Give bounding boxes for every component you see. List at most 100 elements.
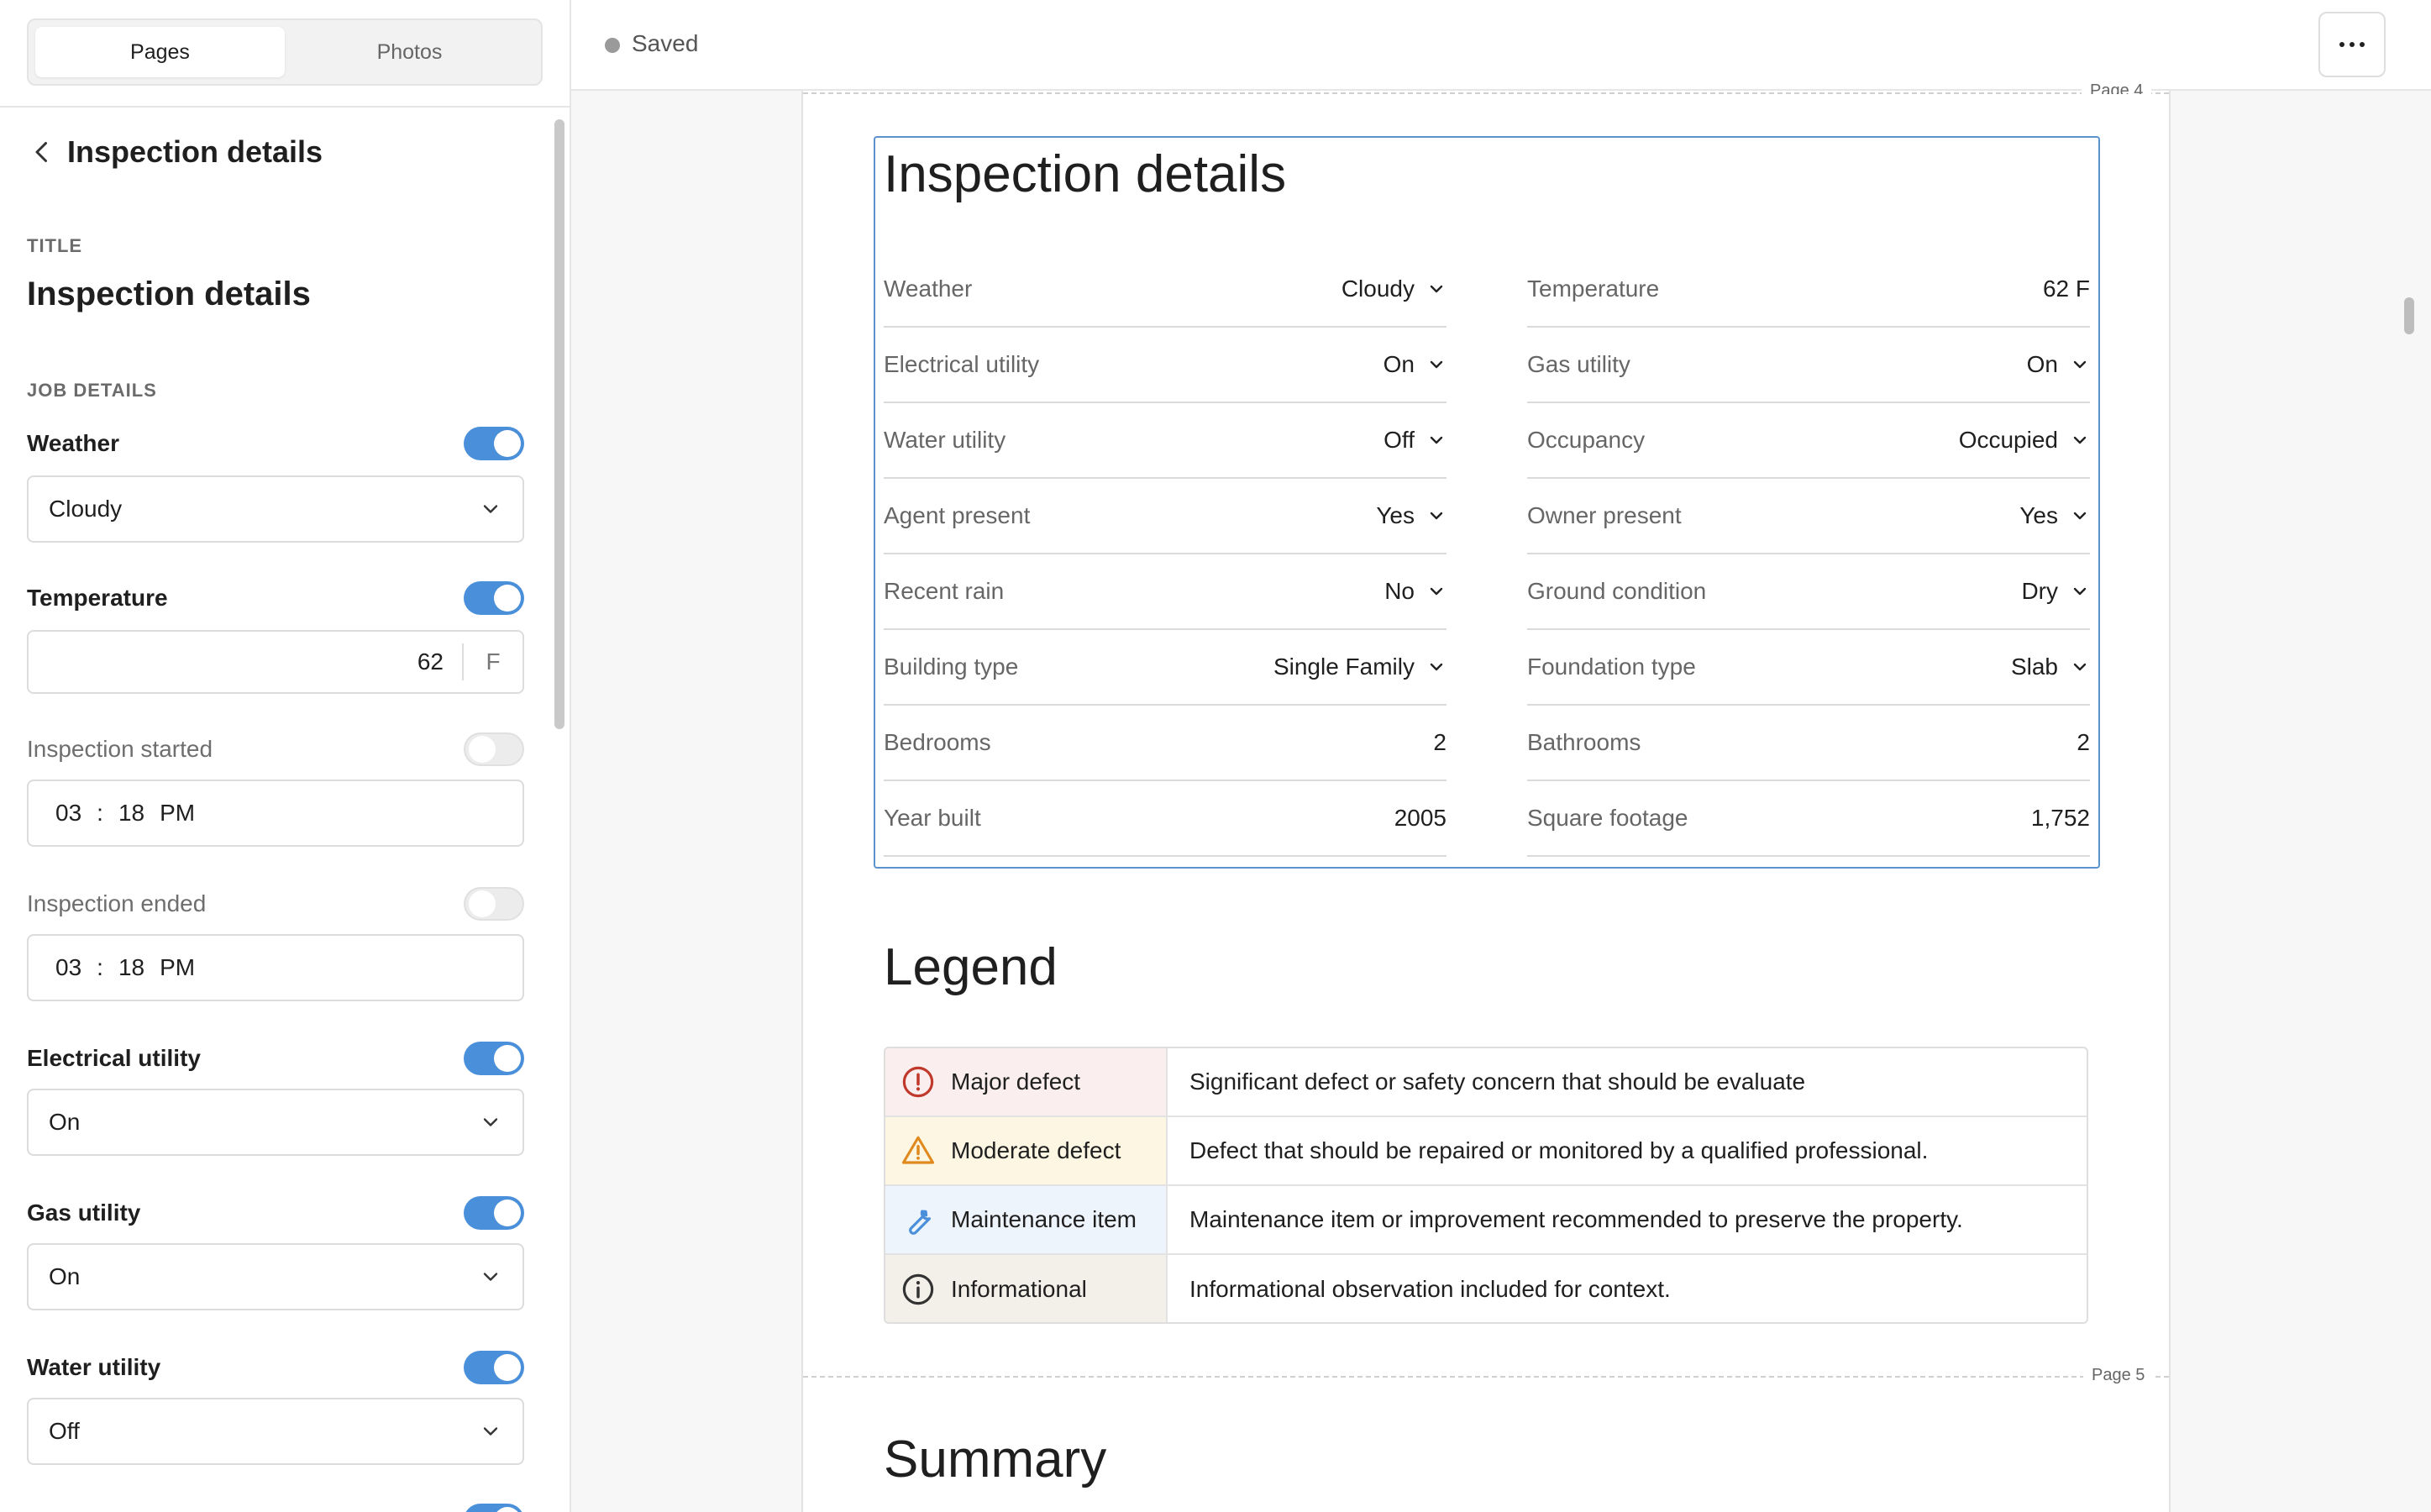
electrical-toggle[interactable]	[464, 1042, 524, 1075]
detail-value-select[interactable]: Occupied	[1959, 427, 2090, 454]
summary-heading: Summary	[884, 1431, 1107, 1488]
legend-description: Significant defect or safety concern tha…	[1189, 1068, 1806, 1095]
detail-value-select[interactable]: Dry	[2021, 578, 2090, 605]
water-field-header: Water utility	[27, 1351, 524, 1384]
chevron-down-icon	[483, 1273, 498, 1281]
legend-description: Maintenance item or improvement recommen…	[1189, 1206, 1963, 1232]
time-separator: :	[97, 954, 103, 980]
wrench-icon	[909, 1210, 932, 1235]
started-ampm[interactable]: PM	[160, 800, 195, 827]
detail-row: Water utility Off	[884, 403, 1447, 479]
started-hour[interactable]: 03	[55, 800, 81, 827]
gas-toggle[interactable]	[464, 1196, 524, 1230]
temperature-field-header: Temperature	[27, 581, 524, 615]
legend-name: Moderate defect	[951, 1137, 1121, 1163]
detail-value-select[interactable]: Off	[1384, 427, 1447, 454]
water-toggle[interactable]	[464, 1351, 524, 1384]
gas-label: Gas utility	[27, 1200, 141, 1226]
next-field-toggle[interactable]	[464, 1504, 524, 1512]
info-circle-icon	[902, 1273, 934, 1305]
ended-toggle[interactable]	[464, 887, 524, 921]
page-title-value[interactable]: Inspection details	[27, 276, 311, 313]
page-number-label: Page 4	[2082, 82, 2152, 94]
detail-value-text: Slab	[2010, 654, 2058, 680]
detail-value-select[interactable]: Slab	[2011, 654, 2090, 680]
legend-name-cell: Informational	[885, 1255, 1168, 1322]
detail-label: Occupancy	[1527, 427, 1646, 453]
detail-value-select[interactable]: No	[1384, 578, 1447, 605]
ended-ampm[interactable]: PM	[160, 954, 195, 981]
detail-value-text: Off	[1384, 427, 1415, 453]
started-toggle[interactable]	[464, 732, 524, 766]
ellipsis-icon	[2339, 42, 2365, 47]
detail-value-text: 2	[1433, 729, 1447, 755]
detail-value-text: Dry	[2021, 578, 2058, 604]
weather-field-header: Weather	[27, 427, 524, 460]
detail-row: Electrical utility On	[884, 328, 1447, 403]
temperature-label: Temperature	[27, 585, 168, 611]
detail-value-text: On	[2026, 351, 2058, 377]
page-number-label: Page 5	[2083, 1366, 2154, 1385]
more-options-button[interactable]	[2318, 12, 2386, 77]
detail-value-select[interactable]: Cloudy	[1342, 276, 1447, 302]
weather-toggle[interactable]	[464, 427, 524, 460]
legend-name-cell: Major defect	[885, 1048, 1168, 1116]
gas-select[interactable]: On	[27, 1243, 524, 1310]
detail-row: Bedrooms 2	[884, 706, 1447, 781]
legend-heading: Legend	[884, 938, 1058, 996]
detail-value-select[interactable]: On	[2027, 351, 2090, 378]
legend-description: Informational observation included for c…	[1189, 1276, 1671, 1302]
ended-field-header: Inspection ended	[27, 887, 524, 921]
temperature-value: 62	[417, 648, 444, 675]
sidebar-scrollbar[interactable]	[554, 119, 564, 729]
detail-value-text: Yes	[1376, 502, 1415, 528]
detail-row: Year built 2005	[884, 781, 1447, 857]
detail-value-select[interactable]: Yes	[2019, 502, 2090, 529]
save-status: Saved	[632, 30, 699, 56]
detail-value-select[interactable]: On	[1384, 351, 1447, 378]
detail-value-text: 2	[2077, 729, 2090, 755]
detail-row: Occupancy Occupied	[1527, 403, 2090, 479]
legend-row: Maintenance item Maintenance item or impr…	[885, 1186, 2087, 1255]
started-time-input[interactable]: 03 : 18 PM	[27, 780, 524, 847]
chevron-down-icon	[2073, 512, 2087, 520]
detail-label: Gas utility	[1527, 351, 1630, 377]
document-scrollbar[interactable]	[2404, 297, 2414, 334]
detail-value: 2	[1433, 729, 1447, 756]
ended-hour[interactable]: 03	[55, 954, 81, 981]
back-button[interactable]: Inspection details	[27, 134, 323, 170]
electrical-select[interactable]: On	[27, 1089, 524, 1156]
detail-value-text: Yes	[2019, 502, 2058, 528]
detail-label: Year built	[884, 805, 981, 831]
legend-row: Informational Informational observation i…	[885, 1255, 2087, 1322]
water-select[interactable]: Off	[27, 1398, 524, 1465]
chevron-left-icon	[35, 142, 47, 162]
detail-label: Bathrooms	[1527, 729, 1641, 755]
chevron-down-icon	[1430, 587, 1443, 596]
weather-select[interactable]: Cloudy	[27, 475, 524, 543]
detail-value-select[interactable]: Single Family	[1273, 654, 1447, 680]
gas-field-header: Gas utility	[27, 1196, 524, 1230]
chevron-down-icon	[483, 505, 498, 513]
temperature-input[interactable]: 62 F	[27, 630, 524, 694]
legend-description: Defect that should be repaired or monito…	[1189, 1137, 1929, 1163]
chevron-down-icon	[2073, 663, 2087, 671]
ended-minute[interactable]: 18	[118, 954, 144, 981]
detail-label: Water utility	[884, 427, 1006, 453]
time-separator: :	[97, 800, 103, 826]
legend-name: Informational	[951, 1276, 1087, 1302]
legend-name-cell: Maintenance item	[885, 1186, 1168, 1253]
ended-time-input[interactable]: 03 : 18 PM	[27, 934, 524, 1001]
chevron-down-icon	[2073, 360, 2087, 369]
detail-row: Temperature 62 F	[1527, 252, 2090, 328]
legend-name: Major defect	[951, 1068, 1081, 1095]
started-minute[interactable]: 18	[118, 800, 144, 827]
temperature-toggle[interactable]	[464, 581, 524, 615]
tab-photos[interactable]: Photos	[285, 27, 534, 77]
chevron-down-icon	[1430, 436, 1443, 444]
tab-pages[interactable]: Pages	[35, 27, 285, 77]
detail-row: Bathrooms 2	[1527, 706, 2090, 781]
detail-value-select[interactable]: Yes	[1376, 502, 1447, 529]
temperature-unit: F	[486, 648, 501, 675]
detail-label: Foundation type	[1527, 654, 1696, 680]
